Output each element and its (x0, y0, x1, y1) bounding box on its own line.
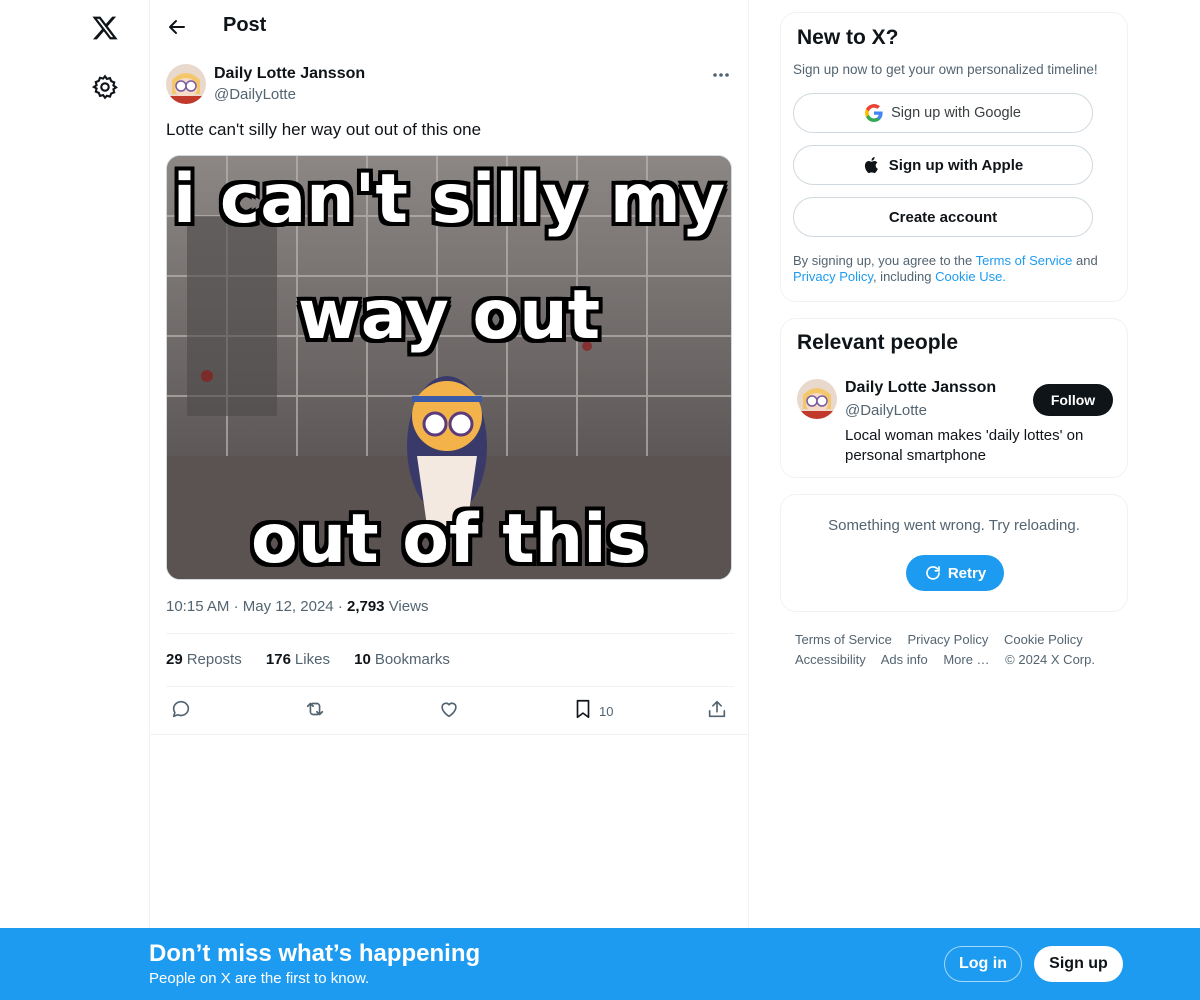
apple-signup-label: Sign up with Apple (888, 156, 1024, 174)
login-button[interactable]: Log in (944, 946, 1022, 982)
page-title: Post (223, 14, 267, 36)
post-stats: 29 Reposts 176 Likes 10 Bookmarks (166, 651, 470, 668)
avatar[interactable] (166, 64, 206, 104)
legal-text: and (1072, 253, 1098, 268)
login-prompt-subtitle: People on X are the first to know. (149, 970, 370, 987)
create-account-label: Create account (888, 208, 998, 226)
bookmarks-count: 10 (354, 651, 371, 668)
google-signup-label: Sign up with Google (891, 105, 1021, 121)
likes-label: Likes (294, 651, 330, 668)
error-card: Something went wrong. Try reloading. Ret… (780, 494, 1128, 612)
signup-legal-text: By signing up, you agree to the Terms of… (793, 253, 1123, 285)
x-logo-icon[interactable] (89, 12, 121, 44)
relevant-people-card: Relevant people Daily Lotte Jansson @Dai… (780, 318, 1128, 478)
author-name[interactable]: Daily Lotte Jansson (214, 65, 365, 83)
footer-links: Terms of Service Privacy Policy Cookie P… (795, 630, 1125, 670)
reposts-stat[interactable]: 29 Reposts (166, 651, 242, 668)
likes-count: 176 (265, 651, 291, 668)
relevant-person-name[interactable]: Daily Lotte Jansson (845, 379, 996, 397)
divider (166, 686, 734, 687)
apple-signup-button[interactable]: Sign up with Apple (793, 145, 1093, 185)
image-caption-line1: i can't silly my (172, 160, 726, 239)
bookmark-icon[interactable] (572, 696, 598, 722)
error-message: Something went wrong. Try reloading. (828, 517, 1080, 534)
google-signup-button[interactable]: Sign up with Google (793, 93, 1093, 133)
privacy-link[interactable]: Privacy Policy (793, 269, 873, 284)
image-caption-line3: out of this one. (251, 500, 647, 580)
reposts-count: 29 (166, 651, 183, 668)
footer-link[interactable]: Privacy Policy (907, 632, 988, 647)
post-meta: 10:15 AM · May 12, 2024 · 2,793 Views (166, 598, 429, 615)
author-handle[interactable]: @DailyLotte (214, 86, 296, 103)
footer-link[interactable]: Terms of Service (795, 632, 892, 647)
terms-link[interactable]: Terms of Service (976, 253, 1073, 268)
copyright: © 2024 X Corp. (1005, 652, 1095, 667)
footer-link[interactable]: Cookie Policy (1004, 632, 1083, 647)
left-nav (0, 0, 150, 1000)
reposts-label: Reposts (186, 651, 242, 668)
views-count: 2,793 (346, 598, 385, 615)
footer-link[interactable]: More … (943, 652, 989, 667)
heart-icon[interactable] (438, 696, 464, 722)
more-icon[interactable] (710, 66, 732, 84)
bookmarks-label: Bookmarks (374, 651, 450, 668)
relevant-person-handle[interactable]: @DailyLotte (845, 402, 927, 419)
relevant-people-title: Relevant people (797, 331, 959, 354)
post-date[interactable]: May 12, 2024 (243, 598, 334, 615)
post-text: Lotte can't silly her way out out of thi… (166, 120, 482, 139)
post-header: Post (150, 0, 748, 54)
share-icon[interactable] (706, 696, 732, 722)
follow-button[interactable]: Follow (1033, 384, 1113, 416)
post-time[interactable]: 10:15 AM (166, 598, 229, 615)
login-prompt-title: Don’t miss what’s happening (149, 940, 481, 967)
apple-icon (863, 156, 881, 174)
post-image[interactable]: i can't silly my way out out of this one… (166, 155, 732, 580)
divider (150, 734, 748, 735)
footer-link[interactable]: Accessibility (795, 652, 866, 667)
google-icon (865, 104, 883, 122)
refresh-icon (926, 566, 940, 580)
retry-label: Retry (947, 564, 987, 582)
arrow-left-icon[interactable] (165, 15, 189, 39)
legal-text: , including (872, 269, 936, 284)
signup-card: New to X? Sign up now to get your own pe… (780, 12, 1128, 302)
retry-button[interactable]: Retry (906, 555, 1004, 591)
post-actions: 10 (150, 696, 748, 726)
relevant-person-bio: Local woman makes 'daily lottes' on pers… (845, 427, 1084, 464)
signup-card-title: New to X? (797, 26, 899, 49)
legal-text: By signing up, you agree to the (793, 253, 976, 268)
footer-link[interactable]: Ads info (881, 652, 928, 667)
post-column: Post Daily Lotte Jansson @DailyLotte Lot… (149, 0, 749, 930)
divider (166, 633, 734, 634)
reply-icon[interactable] (170, 696, 196, 722)
create-account-button[interactable]: Create account (793, 197, 1093, 237)
cookie-use-link[interactable]: Cookie Use. (935, 269, 1006, 284)
image-caption-line2: way out (297, 276, 601, 355)
signup-button[interactable]: Sign up (1034, 946, 1123, 982)
likes-stat[interactable]: 176 Likes (266, 651, 330, 668)
avatar[interactable] (797, 379, 837, 419)
login-prompt-bar: Don’t miss what’s happening People on X … (0, 928, 1200, 1000)
bookmarks-stat[interactable]: 10 Bookmarks (354, 651, 450, 668)
signup-card-subtitle: Sign up now to get your own personalized… (793, 62, 1098, 77)
repost-icon[interactable] (304, 696, 330, 722)
gear-icon[interactable] (91, 73, 119, 101)
bookmark-action-count: 10 (599, 704, 614, 719)
views-label: Views (388, 598, 429, 615)
